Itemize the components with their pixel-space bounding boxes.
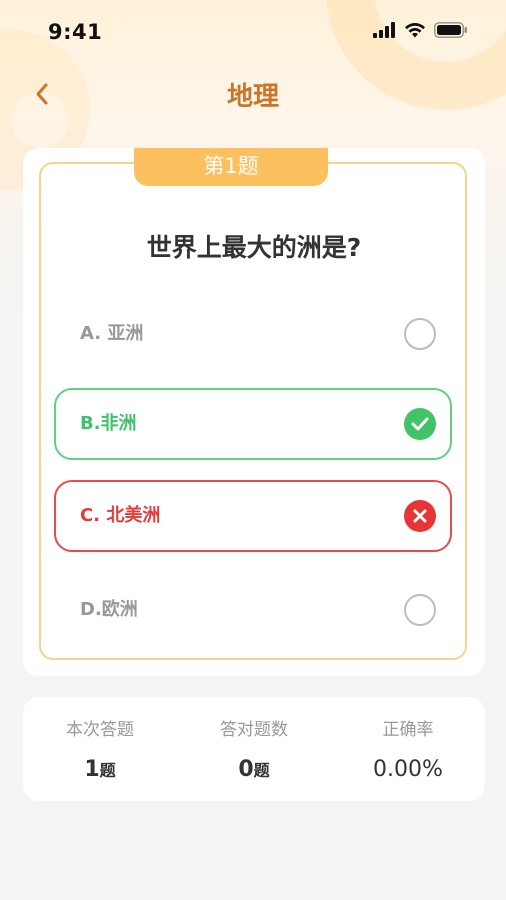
- stat-label: 本次答题: [66, 720, 134, 740]
- stat-value: 0.00%: [373, 757, 443, 782]
- option-c[interactable]: C. 北美洲: [54, 480, 452, 552]
- stat-unit: 题: [253, 761, 270, 780]
- stat-answered: 本次答题 1题: [23, 697, 177, 801]
- status-icons: [372, 22, 468, 38]
- option-label: D.欧洲: [80, 599, 138, 620]
- stat-unit: 题: [99, 761, 116, 780]
- stat-number: 0: [238, 757, 254, 782]
- stats-card: 本次答题 1题 答对题数 0题 正确率 0.00%: [23, 697, 485, 801]
- check-circle-icon: [404, 408, 436, 440]
- signal-icon: [373, 22, 395, 38]
- option-b[interactable]: B.非洲: [54, 388, 452, 460]
- question-text: 世界上最大的洲是?: [146, 233, 362, 262]
- radio-empty-icon: [404, 318, 436, 350]
- option-label: B.非洲: [80, 413, 137, 434]
- radio-empty-icon: [404, 594, 436, 626]
- battery-icon: [434, 22, 467, 38]
- status-time: 9:41: [48, 20, 103, 44]
- status-bar: 9:41: [0, 0, 506, 64]
- page-title: 地理: [226, 82, 279, 112]
- stat-rate: 正确率 0.00%: [331, 697, 485, 801]
- stat-label: 答对题数: [220, 720, 288, 740]
- stat-correct: 答对题数 0题: [177, 697, 331, 801]
- question-number-badge: 第1题: [134, 148, 328, 186]
- nav-bar: 地理: [0, 68, 506, 122]
- wifi-icon: [405, 22, 425, 38]
- stat-value: 1题: [23, 757, 177, 782]
- option-label: A. 亚洲: [80, 323, 144, 344]
- stat-value: 0题: [177, 757, 331, 782]
- close-circle-icon: [404, 500, 436, 532]
- stat-label: 正确率: [382, 720, 434, 740]
- option-a[interactable]: A. 亚洲: [54, 298, 452, 370]
- stat-number: 1: [84, 757, 100, 782]
- option-d[interactable]: D.欧洲: [54, 574, 452, 646]
- option-label: C. 北美洲: [80, 505, 161, 526]
